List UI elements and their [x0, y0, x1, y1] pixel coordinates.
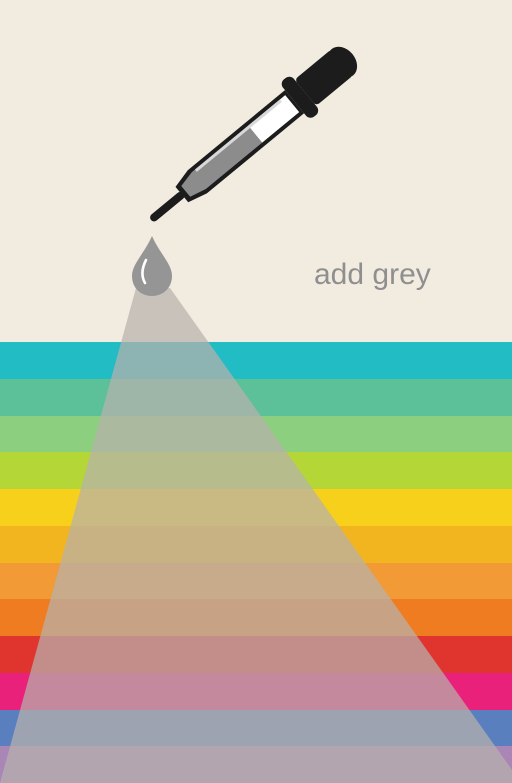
caption-text: add grey	[314, 258, 431, 291]
illustration: add grey	[0, 0, 512, 783]
grey-overlay-art	[0, 46, 512, 783]
water-drop-icon	[132, 236, 172, 296]
eyedropper-icon	[150, 46, 358, 222]
grey-cone	[0, 288, 512, 783]
